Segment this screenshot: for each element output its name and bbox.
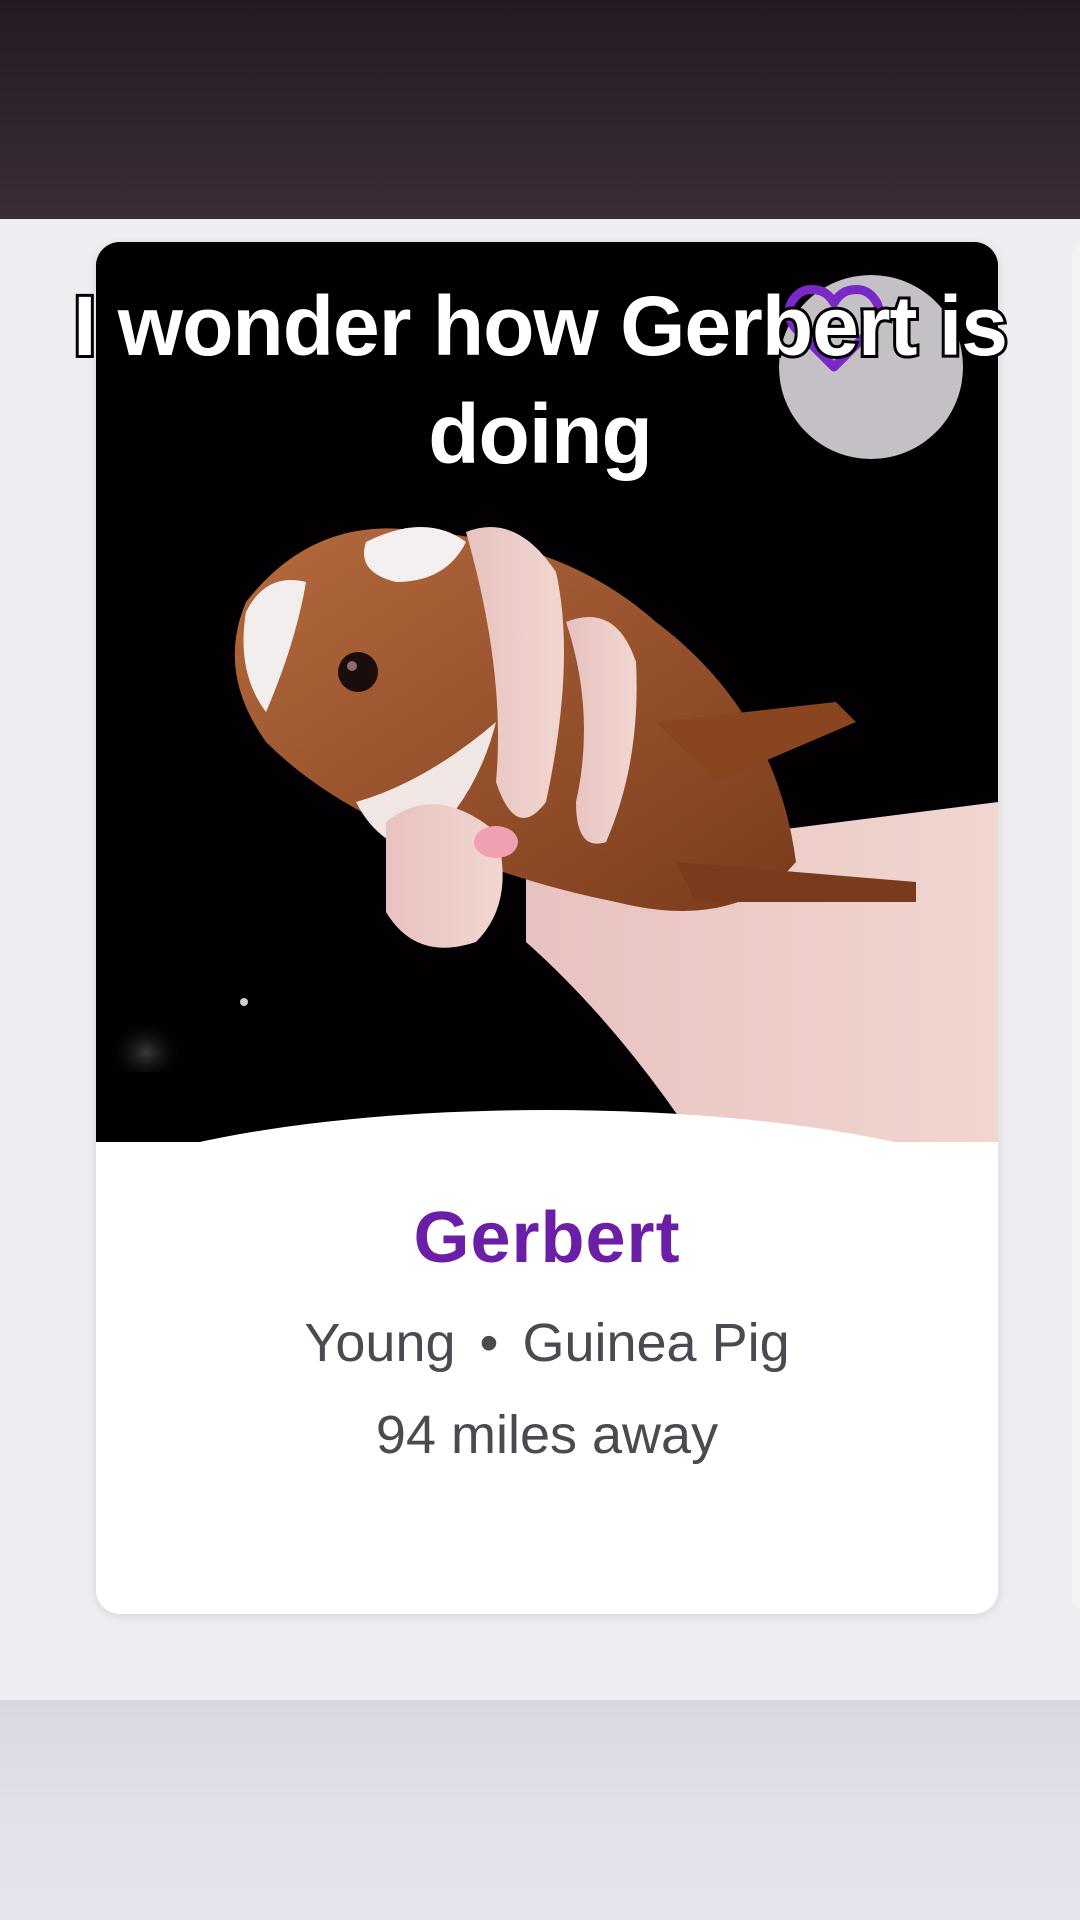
video-caption: I wonder how Gerbert is doing	[40, 272, 1040, 488]
pet-age: Young	[304, 1313, 456, 1373]
next-card-edge[interactable]	[1072, 242, 1080, 1612]
separator-dot: •	[479, 1313, 499, 1373]
pet-distance: 94 miles away	[375, 1405, 719, 1465]
pet-info: Gerbert Young • Guinea Pig 94 miles away	[96, 1202, 998, 1462]
caption-line-2: doing	[425, 384, 656, 484]
top-status-bar	[0, 0, 1080, 219]
caption-line-1: I wonder how Gerbert is	[70, 276, 1011, 376]
pet-name[interactable]: Gerbert	[96, 1202, 998, 1274]
bottom-area	[0, 1700, 1080, 1920]
pet-meta: Young • Guinea Pig	[96, 1316, 998, 1370]
pet-species: Guinea Pig	[522, 1313, 790, 1373]
